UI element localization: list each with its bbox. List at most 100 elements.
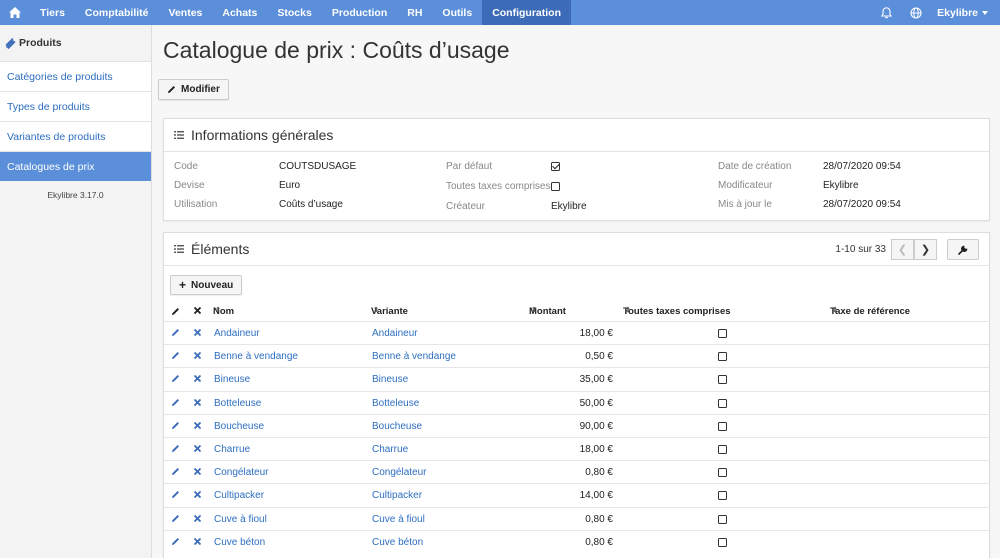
edit-row-button[interactable] bbox=[171, 374, 180, 386]
element-variant-link[interactable]: Andaineur bbox=[372, 328, 418, 339]
delete-row-button[interactable] bbox=[193, 537, 202, 549]
delete-row-button[interactable] bbox=[193, 398, 202, 410]
element-variant-link[interactable]: Cuve à fioul bbox=[372, 514, 425, 525]
delete-row-button[interactable] bbox=[193, 490, 202, 502]
delete-row-button[interactable] bbox=[193, 374, 202, 386]
language-button[interactable] bbox=[901, 6, 931, 19]
element-name-link[interactable]: Charrue bbox=[214, 444, 250, 455]
element-name-link[interactable]: Cultipacker bbox=[214, 490, 264, 501]
element-variant-link[interactable]: Cuve béton bbox=[372, 537, 423, 548]
unchecked-checkbox-icon bbox=[551, 182, 560, 191]
table-row: Cultipacker Cultipacker 14,00 € bbox=[164, 483, 989, 506]
next-page-button[interactable]: ❯ bbox=[914, 239, 937, 260]
edit-row-button[interactable] bbox=[171, 351, 180, 363]
nav-outils[interactable]: Outils bbox=[432, 0, 482, 25]
sidebar-item-types[interactable]: Types de produits bbox=[0, 91, 151, 121]
home-button[interactable] bbox=[0, 0, 30, 25]
element-name-link[interactable]: Boucheuse bbox=[214, 421, 264, 432]
delete-column-header bbox=[193, 306, 202, 318]
nav-rh[interactable]: RH bbox=[397, 0, 432, 25]
element-name-link[interactable]: Andaineur bbox=[214, 328, 260, 339]
table-row: Charrue Charrue 18,00 € bbox=[164, 436, 989, 460]
edit-row-button[interactable] bbox=[171, 398, 180, 410]
element-amount: 35,00 € bbox=[579, 374, 613, 386]
element-variant-link[interactable]: Botteleuse bbox=[372, 398, 419, 409]
nav-production[interactable]: Production bbox=[322, 0, 397, 25]
code-value: COUTSDUSAGE bbox=[279, 161, 357, 172]
delete-row-button[interactable] bbox=[193, 444, 202, 456]
elements-table-body: Andaineur Andaineur 18,00 € Benne à vendang… bbox=[164, 321, 989, 553]
edit-row-button[interactable] bbox=[171, 328, 180, 340]
pencil-icon bbox=[172, 308, 179, 315]
element-amount: 18,00 € bbox=[579, 443, 613, 455]
sidebar-title: Produits bbox=[0, 25, 151, 61]
list-icon bbox=[174, 131, 184, 139]
modify-button[interactable]: Modifier bbox=[158, 79, 229, 100]
element-variant-link[interactable]: Benne à vendange bbox=[372, 351, 456, 362]
element-name-link[interactable]: Bineuse bbox=[214, 374, 250, 385]
element-variant-link[interactable]: Bineuse bbox=[372, 374, 408, 385]
sidebar-item-catalogs[interactable]: Catalogues de prix bbox=[0, 151, 151, 181]
nav-ventes[interactable]: Ventes bbox=[159, 0, 213, 25]
element-name-link[interactable]: Cuve béton bbox=[214, 537, 265, 548]
element-variant-link[interactable]: Congélateur bbox=[372, 467, 426, 478]
nav-achats[interactable]: Achats bbox=[212, 0, 267, 25]
element-variant-link[interactable]: Cultipacker bbox=[372, 490, 422, 501]
element-name-link[interactable]: Cuve à fioul bbox=[214, 514, 267, 525]
table-settings-button[interactable] bbox=[947, 239, 979, 260]
element-name-link[interactable]: Congélateur bbox=[214, 467, 268, 478]
unchecked-checkbox-icon bbox=[718, 491, 727, 501]
pagination: 1-10 sur 33 ❮ ❯ bbox=[835, 239, 979, 260]
pencil-icon bbox=[172, 444, 179, 452]
pencil-icon bbox=[168, 86, 175, 93]
chevron-left-icon: ❮ bbox=[897, 244, 908, 256]
table-row: Boucheuse Boucheuse 90,00 € bbox=[164, 413, 989, 437]
creator-value: Ekylibre bbox=[551, 201, 587, 212]
elements-panel: Éléments 1-10 sur 33 ❮ ❯ + Nouveau Nom ⇕ … bbox=[163, 232, 990, 558]
bell-icon bbox=[880, 6, 892, 18]
sort-icon: ⇕ bbox=[373, 307, 379, 314]
pencil-icon bbox=[172, 421, 179, 429]
delete-row-button[interactable] bbox=[193, 351, 202, 363]
sort-icon: ⇕ bbox=[625, 307, 631, 314]
sort-icon: ⇕ bbox=[832, 307, 838, 314]
nav-configuration[interactable]: Configuration bbox=[482, 0, 572, 25]
user-menu[interactable]: Ekylibre bbox=[931, 7, 1000, 19]
delete-row-button[interactable] bbox=[193, 514, 202, 526]
edit-row-button[interactable] bbox=[171, 537, 180, 549]
element-variant-link[interactable]: Boucheuse bbox=[372, 421, 422, 432]
table-row: Andaineur Andaineur 18,00 € bbox=[164, 321, 989, 344]
close-icon bbox=[193, 514, 202, 522]
delete-row-button[interactable] bbox=[193, 467, 202, 479]
sidebar-item-variants[interactable]: Variantes de produits bbox=[0, 121, 151, 151]
table-row: Congélateur Congélateur 0,80 € bbox=[164, 460, 989, 483]
previous-page-button[interactable]: ❮ bbox=[891, 239, 914, 260]
close-icon bbox=[193, 491, 202, 499]
pencil-icon bbox=[172, 352, 179, 360]
notifications-button[interactable] bbox=[871, 6, 901, 19]
element-amount: 14,00 € bbox=[579, 490, 613, 502]
nav-comptabilite[interactable]: Comptabilité bbox=[75, 0, 159, 25]
edit-row-button[interactable] bbox=[171, 444, 180, 456]
page-title: Catalogue de prix : Coûts d’usage bbox=[163, 37, 510, 63]
edit-row-button[interactable] bbox=[171, 467, 180, 479]
delete-row-button[interactable] bbox=[193, 421, 202, 433]
element-name-link[interactable]: Botteleuse bbox=[214, 398, 261, 409]
edit-row-button[interactable] bbox=[171, 514, 180, 526]
unchecked-checkbox-icon bbox=[718, 421, 727, 431]
nav-tiers[interactable]: Tiers bbox=[30, 0, 75, 25]
chevron-right-icon: ❯ bbox=[920, 244, 931, 256]
nav-stocks[interactable]: Stocks bbox=[267, 0, 321, 25]
element-variant-link[interactable]: Charrue bbox=[372, 444, 408, 455]
new-element-button[interactable]: + Nouveau bbox=[170, 275, 243, 295]
delete-row-button[interactable] bbox=[193, 328, 202, 340]
close-icon bbox=[193, 421, 202, 429]
edit-row-button[interactable] bbox=[171, 490, 180, 502]
sidebar-item-categories[interactable]: Catégories de produits bbox=[0, 61, 151, 91]
element-name-link[interactable]: Benne à vendange bbox=[214, 351, 298, 362]
pencil-icon bbox=[172, 329, 179, 336]
edit-row-button[interactable] bbox=[171, 421, 180, 433]
default-checkbox bbox=[551, 162, 560, 174]
sort-icon: ⇕ bbox=[215, 307, 221, 314]
unchecked-checkbox-icon bbox=[718, 468, 727, 478]
